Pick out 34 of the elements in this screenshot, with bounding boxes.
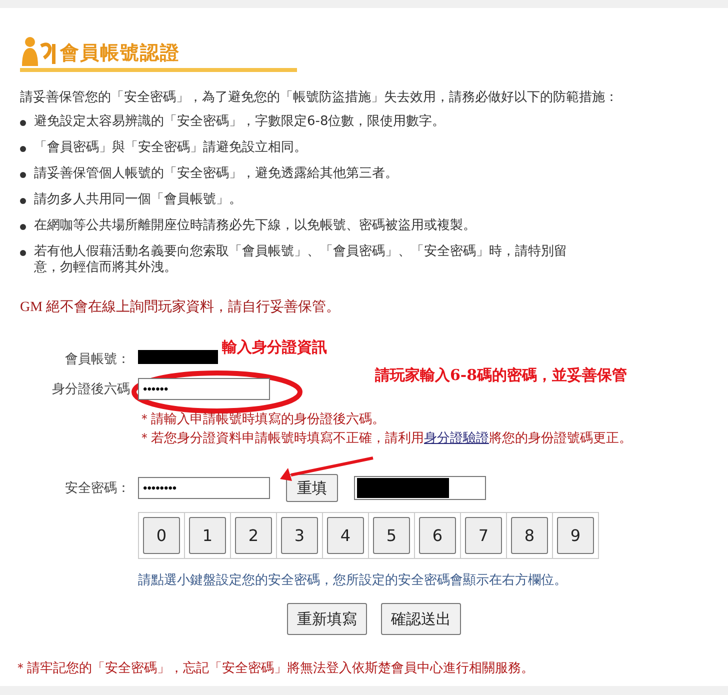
verify-link[interactable]: 身分證驗證 bbox=[424, 431, 489, 446]
reset-button[interactable]: 重填 bbox=[286, 474, 338, 502]
footer-notice: ＊請牢記您的「安全密碼」，忘記「安全密碼」將無法登入依斯楚會員中心進行相關服務。 bbox=[14, 660, 535, 677]
annotation-text: 輸入身分證資訊 bbox=[222, 338, 327, 357]
form-button[interactable]: 確認送出 bbox=[381, 603, 461, 635]
id-note: ＊若您身分證資料申請帳號時填寫不正確，請利用身分證驗證將您的身份證號碼更正。 bbox=[138, 430, 633, 448]
rule-text: 若有他人假藉活動名義要向您索取「會員帳號」、「會員密碼」、「安全密碼」時，請特別留意，勿輕信而將其外洩。 bbox=[34, 244, 568, 276]
form-button[interactable]: 重新填寫 bbox=[287, 603, 367, 635]
rule-text: 在網咖等公共場所離開座位時請務必先下線，以免帳號、密碼被盜用或複製。 bbox=[34, 218, 476, 234]
key-button[interactable]: 0 bbox=[143, 517, 180, 554]
key-button[interactable]: 3 bbox=[281, 517, 318, 554]
key-button[interactable]: 2 bbox=[235, 517, 272, 554]
rule-text: 請勿多人共用同一個「會員帳號」。 bbox=[34, 192, 242, 208]
key-button[interactable]: 6 bbox=[419, 517, 456, 554]
security-field[interactable]: •••••••• bbox=[138, 477, 270, 499]
id-label: 身分證後六碼 bbox=[51, 381, 130, 398]
id-field[interactable]: •••••• bbox=[138, 378, 270, 400]
rule-text: 避免設定太容易辨識的「安全密碼」，字數限定6-8位數，限使用數字。 bbox=[34, 114, 446, 130]
account-label: 會員帳號： bbox=[64, 351, 130, 368]
key-button[interactable]: 5 bbox=[373, 517, 410, 554]
gm-notice: GM 絕不會在線上詢問玩家資料，請自行妥善保管。 bbox=[20, 298, 342, 316]
key-button[interactable]: 4 bbox=[327, 517, 364, 554]
intro-text: 請妥善保管您的「安全密碼」，為了避免您的「帳號防盜措施」失去效用，請務必做好以下的防範措施： bbox=[20, 89, 619, 106]
rule-text: 「會員密碼」與「安全密碼」請避免設立相同。 bbox=[34, 140, 307, 156]
annotation-text: 請玩家輸入6-8碼的密碼，並妥善保管 bbox=[375, 366, 628, 385]
rule-text: 請妥善保管個人帳號的「安全密碼」，避免透露給其他第三者。 bbox=[34, 166, 398, 182]
key-button[interactable]: 7 bbox=[465, 517, 502, 554]
security-label: 安全密碼： bbox=[64, 480, 130, 497]
page-title: 會員帳號認證 bbox=[60, 41, 180, 66]
key-button[interactable]: 9 bbox=[557, 517, 594, 554]
id-note: ＊請輸入申請帳號時填寫的身份證後六碼。 bbox=[138, 411, 386, 429]
keypad-hint: 請點選小鍵盤設定您的安全密碼，您所設定的安全密碼會顯示在右方欄位。 bbox=[138, 572, 568, 589]
key-button[interactable]: 1 bbox=[189, 517, 226, 554]
key-button[interactable]: 8 bbox=[511, 517, 548, 554]
